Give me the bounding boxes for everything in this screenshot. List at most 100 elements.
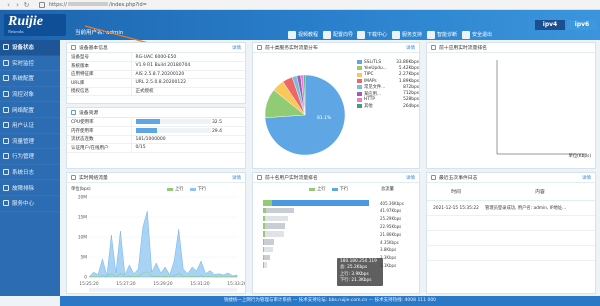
sidebar-item-behavior-mgmt[interactable]: 行为管理	[0, 149, 60, 165]
legend-swatch	[357, 97, 362, 102]
config-wizard-button[interactable]: 配置向导	[323, 29, 353, 40]
lock-icon	[39, 1, 45, 8]
ipv6-tab[interactable]: ipv6	[567, 20, 597, 30]
legend-value: 528bps	[403, 97, 419, 103]
table-row: 2021-12-15 15:35:22 管理员登录成功, 用户名: admin, …	[427, 201, 595, 216]
network-icon	[3, 106, 9, 113]
user-bar-up	[263, 239, 264, 245]
table-row: 内存使用率 29.4	[67, 126, 245, 136]
sidebar-item-label: 系统配置	[12, 76, 35, 83]
user-bar-up	[263, 200, 272, 206]
event-content: 管理员登录成功, 用户名: admin, IP地址...	[485, 206, 567, 211]
sidebar-item-network-config[interactable]: 网络配置	[0, 102, 60, 118]
legend-name: 其他	[364, 104, 373, 110]
row-value: URL 2.5.0.8.20200122	[131, 78, 245, 88]
sidebar-item-device-status[interactable]: 设备状态	[0, 40, 60, 56]
user-bar[interactable]	[263, 254, 270, 261]
download-series	[88, 210, 238, 278]
legend-value: 872bps	[403, 84, 419, 90]
legend-item[interactable]: 其他 264bps	[357, 103, 419, 109]
resources-icon	[71, 110, 76, 115]
user-bar[interactable]	[263, 231, 285, 237]
panel-header: 前十名用户实时流量排名 详情	[253, 173, 419, 183]
memory-label: 内存使用率	[67, 126, 132, 136]
user-bar[interactable]	[263, 207, 295, 214]
legend-item[interactable]: 常见文件... 872bps	[357, 84, 419, 90]
ipv4-tab[interactable]: ipv4	[535, 20, 565, 30]
panel-header: 设备基本信息 详情	[67, 43, 245, 53]
table-row: 授权信息 正式授权	[67, 87, 245, 96]
legend-up: 上行	[317, 187, 326, 192]
objects-icon	[3, 91, 9, 98]
smart-diagnosis-button[interactable]: 智能诊断	[427, 29, 457, 40]
user-bar-up	[263, 215, 265, 222]
sidebar-item-troubleshoot[interactable]: 故障排除	[0, 180, 60, 196]
service-support-button[interactable]: 服务支持	[392, 29, 422, 40]
sidebar-item-system-config[interactable]: 系统配置	[0, 71, 60, 87]
user-bar[interactable]	[263, 262, 268, 268]
traffic-icon	[3, 137, 9, 144]
download-center-button[interactable]: 下载中心	[357, 29, 387, 40]
video-tutorial-button[interactable]: 视频教程	[288, 29, 318, 40]
user-total-value: 4.35Kbps	[380, 239, 399, 245]
address-bar[interactable]: https:// /index.php?id=	[49, 2, 147, 8]
logout-icon	[462, 30, 470, 39]
details-link[interactable]: 详情	[582, 175, 591, 181]
x-tick-label: 15:33:20	[227, 281, 245, 287]
user-bar[interactable]	[263, 215, 288, 222]
user-bar[interactable]	[263, 223, 286, 229]
forward-icon[interactable]: ›	[13, 1, 22, 9]
y-tick-label: 5M	[81, 255, 88, 261]
logo-subtitle: Networks	[8, 29, 24, 34]
sidebar-item-flow-objects[interactable]: 流控对象	[0, 87, 60, 103]
diagnosis-icon	[427, 30, 435, 39]
empty-row	[427, 261, 595, 276]
back-icon[interactable]: ‹	[4, 1, 13, 9]
video-icon	[288, 30, 296, 39]
url-path: /index.php?id=	[108, 1, 147, 8]
cpu-usage-track	[160, 119, 211, 124]
legend-item[interactable]: TIPC 2.27Kbps	[357, 72, 419, 78]
wizard-icon	[323, 30, 331, 39]
legend-item[interactable]: HTTP 528bps	[357, 97, 419, 103]
legend-item[interactable]: SSL/TLS 33.86Kbps	[357, 59, 419, 65]
table-row: 流状态连数 181/1000000	[67, 135, 245, 144]
log-icon	[431, 175, 436, 180]
user-bar-up	[263, 231, 265, 237]
panel-title: 前十应用实时流量排名	[439, 46, 487, 51]
sidebar-item-system-log[interactable]: 系统日志	[0, 165, 60, 181]
details-link[interactable]: 详情	[406, 45, 415, 51]
time-range-slider[interactable]	[89, 288, 237, 292]
sidebar-item-service-center[interactable]: 服务中心	[0, 196, 60, 212]
row-value: V1.9 R1 Build 20180704	[131, 61, 245, 71]
details-link[interactable]: 详情	[406, 175, 415, 181]
x-tick-label: 15:25:20	[79, 281, 99, 287]
row-value: RG-UAC 6000-E50	[131, 53, 245, 62]
table-row: URL库 URL 2.5.0.8.20200122	[67, 78, 245, 88]
row-key: 设备型号	[67, 53, 132, 62]
sidebar-item-label: 实时监控	[12, 60, 35, 67]
refresh-icon[interactable]: ↻	[22, 1, 31, 9]
legend-value: 264bps	[403, 103, 419, 109]
sidebar-item-label: 设备状态	[12, 45, 35, 52]
user-bar[interactable]	[263, 239, 275, 245]
memory-usage-bar	[135, 127, 158, 133]
button-label: 视频教程	[298, 32, 319, 38]
sidebar-item-user-auth[interactable]: 用户认证	[0, 118, 60, 134]
row-key: 授权信息	[67, 87, 132, 96]
sidebar-item-traffic-mgmt[interactable]: 流量管理	[0, 134, 60, 150]
legend-name: 某应用...	[364, 91, 381, 97]
details-link[interactable]: 详情	[232, 45, 241, 51]
legend-item[interactable]: YeeUpdu... 5.42Kbps	[357, 65, 419, 71]
panel-header: 前十应用实时流量排名	[427, 43, 595, 53]
legend-swatch	[357, 66, 362, 71]
legend-item[interactable]: IMAPs 1.89Kbps	[357, 78, 419, 84]
user-bar[interactable]	[263, 246, 274, 253]
details-link[interactable]: 详情	[232, 175, 241, 181]
user-bar[interactable]	[263, 200, 370, 206]
logout-button[interactable]: 安全退出	[462, 29, 492, 40]
legend-item[interactable]: 某应用... 712bps	[357, 90, 419, 97]
legend-value: 5.42Kbps	[398, 65, 419, 71]
sidebar-item-realtime-monitor[interactable]: 实时监控	[0, 56, 60, 72]
row-key: 系统版本	[67, 61, 132, 71]
